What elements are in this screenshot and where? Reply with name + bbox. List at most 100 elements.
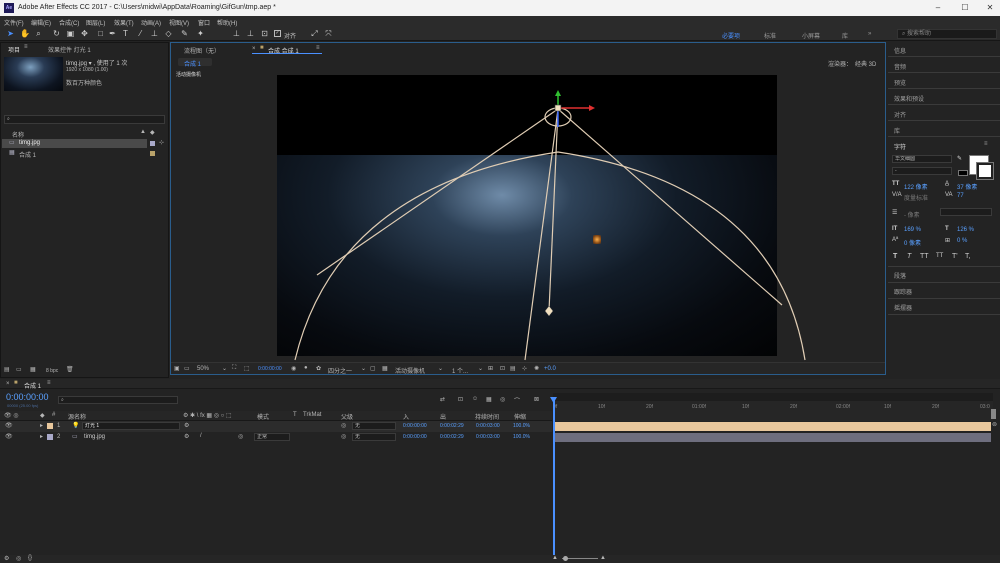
font-family-dropdown[interactable]: 华文细圆 — [892, 155, 952, 163]
interpret-footage-icon[interactable]: ▤ — [4, 366, 10, 373]
layer-duration-bar[interactable] — [553, 422, 991, 431]
panel-paragraph[interactable]: 段落 — [894, 271, 906, 280]
frame-blending-icon[interactable]: ▦ — [486, 396, 492, 403]
shy-switch-icon[interactable]: ⚙ — [184, 422, 189, 429]
text-tool-icon[interactable]: T — [121, 29, 130, 38]
panel-align[interactable]: 对齐 — [894, 110, 906, 119]
rectangle-tool-icon[interactable]: □ — [96, 29, 105, 38]
workspace-library[interactable]: 库 — [842, 31, 848, 40]
safe-margins-icon[interactable]: ⬚ — [244, 365, 250, 372]
bit-depth-button[interactable]: 8 bpc — [46, 368, 58, 374]
color-icon[interactable]: ✿ — [316, 365, 321, 372]
viewer-timecode[interactable]: 0:00:00:00 — [258, 366, 282, 372]
selection-tool-icon[interactable]: ➤ — [6, 29, 15, 38]
pen-tool-icon[interactable]: ✒ — [108, 29, 117, 38]
header-trkmat[interactable]: TrkMat — [303, 412, 321, 418]
menu-animation[interactable]: 动画(A) — [141, 18, 161, 27]
panel-info[interactable]: 信息 — [894, 46, 906, 55]
motion-blur-icon[interactable]: ◎ — [500, 396, 505, 403]
layer-stretch[interactable]: 100.0% — [513, 423, 530, 429]
close-tab-icon[interactable]: × — [6, 381, 10, 387]
panel-wiggler[interactable]: 摇摆器 — [894, 303, 912, 312]
toggle-pixel-icon[interactable]: ⊞ — [488, 365, 493, 372]
clone-stamp-tool-icon[interactable]: ⊥ — [150, 29, 159, 38]
menu-view[interactable]: 视图(V) — [169, 18, 189, 27]
show-channel-icon[interactable]: ● — [304, 365, 308, 371]
work-area-bar[interactable] — [553, 393, 993, 401]
tab-timeline-comp[interactable]: 合成 1 — [24, 381, 41, 390]
camera-tool-icon[interactable]: ▣ — [66, 29, 75, 38]
project-search-input[interactable]: ⌕ — [4, 115, 165, 124]
world-axis-icon[interactable]: ⊥ — [246, 29, 255, 38]
zoom-out-icon[interactable]: ▲ — [552, 555, 558, 561]
layer-name[interactable]: 灯光 1 — [82, 422, 180, 430]
vertical-scale-value[interactable]: 169 % — [904, 227, 921, 233]
stroke-width-value[interactable]: - 像素 — [904, 210, 920, 219]
tracking-value[interactable]: 77 — [957, 193, 964, 199]
graph-editor-toggle-icon[interactable]: ⊠ — [534, 396, 539, 403]
panel-library[interactable]: 库 — [894, 126, 900, 135]
brush-tool-icon[interactable]: ⁄ — [136, 29, 145, 38]
shy-switch-icon[interactable]: ⚙ — [184, 433, 189, 440]
3d-layer-switch-icon[interactable]: ◎ — [238, 433, 243, 440]
toggle-switches-icon[interactable]: ⚙ — [4, 555, 9, 562]
snap-icon-2[interactable]: ⤧ — [324, 29, 333, 38]
menu-file[interactable]: 文件(F) — [4, 18, 24, 27]
camera-view-dropdown[interactable]: 活动摄像机 — [395, 366, 425, 375]
header-out[interactable]: 出 — [440, 412, 446, 421]
small-caps-button[interactable]: TT — [936, 253, 943, 259]
layer-out[interactable]: 0:00:02:29 — [440, 423, 464, 429]
panel-effects-presets[interactable]: 效果和预设 — [894, 94, 924, 103]
local-axis-icon[interactable]: ⊥ — [232, 29, 241, 38]
header-t[interactable]: T — [293, 412, 297, 418]
expand-arrow-icon[interactable]: ▸ — [40, 433, 43, 440]
point-of-interest-handle[interactable] — [544, 305, 554, 317]
roto-brush-tool-icon[interactable]: ✎ — [180, 29, 189, 38]
workspace-standard[interactable]: 标准 — [764, 31, 776, 40]
timeline-search-input[interactable]: ⌕ — [58, 396, 178, 404]
workspace-menu-icon[interactable]: » — [868, 31, 871, 37]
close-button[interactable]: ✕ — [980, 2, 1000, 14]
always-preview-icon[interactable]: ▣ — [174, 365, 180, 372]
hand-tool-icon[interactable]: ✋ — [20, 29, 30, 38]
parent-pickwhip-icon[interactable]: ◎ — [341, 433, 346, 440]
faux-bold-button[interactable]: T — [893, 253, 897, 260]
timeline-timecode[interactable]: 0:00:00:00 — [6, 392, 49, 402]
layer-in[interactable]: 0:00:00:00 — [403, 423, 427, 429]
label-color-swatch[interactable] — [47, 423, 53, 429]
display-icon[interactable]: ▭ — [184, 365, 190, 372]
panel-menu-icon[interactable]: ≡ — [984, 141, 988, 147]
new-comp-icon[interactable]: ▦ — [30, 366, 36, 373]
all-caps-button[interactable]: TT — [920, 253, 929, 260]
superscript-button[interactable]: T' — [952, 253, 958, 260]
workspace-essentials[interactable]: 必要项 — [722, 31, 740, 40]
current-time-indicator[interactable] — [553, 397, 555, 555]
menu-window[interactable]: 窗口 — [198, 18, 210, 27]
header-duration[interactable]: 持续时间 — [475, 412, 499, 421]
graph-editor-icon[interactable]: ⌒ — [514, 396, 520, 405]
header-parent[interactable]: 父级 — [341, 412, 353, 421]
snap-checkbox[interactable]: ✓ — [274, 30, 281, 37]
kerning-value[interactable]: 度量标准 — [904, 193, 928, 202]
timeline-icon[interactable]: ▤ — [510, 365, 516, 372]
zoom-in-icon[interactable]: ▲ — [600, 555, 606, 561]
panel-menu-icon[interactable]: ≡ — [316, 45, 320, 51]
font-size-value[interactable]: 122 像素 — [904, 182, 928, 191]
subscript-button[interactable]: T, — [965, 253, 970, 260]
visibility-eye-icon[interactable]: 👁 — [5, 422, 13, 429]
header-in[interactable]: 入 — [403, 412, 409, 421]
menu-edit[interactable]: 编辑(E) — [31, 18, 51, 27]
toggle-modes-icon[interactable]: ◎ — [16, 555, 21, 562]
exposure-value[interactable]: +0.0 — [544, 366, 556, 372]
tab-project[interactable]: 项目 — [8, 45, 20, 54]
parent-pickwhip-icon[interactable]: ◎ — [341, 422, 346, 429]
eyedropper-icon[interactable]: ✎ — [957, 155, 962, 162]
delete-icon[interactable]: 🗑 — [66, 366, 74, 373]
header-stretch[interactable]: 伸缩 — [514, 412, 526, 421]
lock-icon[interactable]: ■ — [260, 45, 264, 51]
quality-switch-icon[interactable]: / — [200, 433, 202, 439]
new-folder-icon[interactable]: ▭ — [16, 366, 22, 373]
horizontal-scale-value[interactable]: 126 % — [957, 227, 974, 233]
exposure-icon[interactable]: ✺ — [534, 365, 539, 372]
puppet-tool-icon[interactable]: ✦ — [196, 29, 205, 38]
